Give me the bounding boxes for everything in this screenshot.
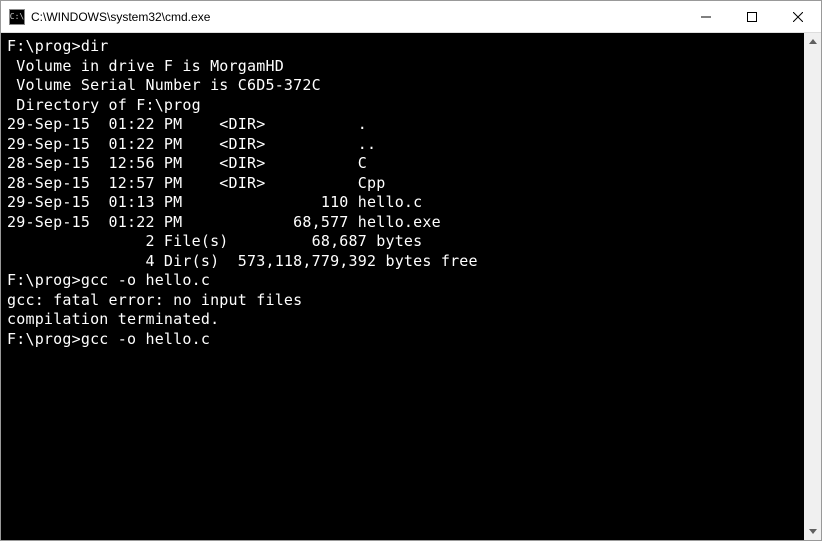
scroll-track[interactable] (804, 50, 821, 523)
maximize-button[interactable] (729, 2, 775, 32)
scroll-up-button[interactable] (804, 33, 821, 50)
console-line: 29-Sep-15 01:13 PM 110 hello.c (7, 193, 798, 213)
cmd-window: C:\ C:\WINDOWS\system32\cmd.exe F:\prog>… (0, 0, 822, 541)
scroll-down-button[interactable] (804, 523, 821, 540)
console-line: Volume in drive F is MorgamHD (7, 57, 798, 77)
close-button[interactable] (775, 2, 821, 32)
chevron-down-icon (809, 529, 817, 534)
console-line: compilation terminated. (7, 310, 798, 330)
window-title: C:\WINDOWS\system32\cmd.exe (31, 10, 683, 24)
client-area: F:\prog>dir Volume in drive F is MorgamH… (1, 33, 821, 540)
console-current-line: F:\prog>gcc -o hello.c (7, 330, 798, 350)
window-controls (683, 2, 821, 32)
console-line: F:\prog>dir (7, 37, 798, 57)
minimize-icon (701, 12, 711, 22)
close-icon (793, 12, 803, 22)
titlebar[interactable]: C:\ C:\WINDOWS\system32\cmd.exe (1, 1, 821, 33)
cmd-icon: C:\ (9, 9, 25, 25)
console-line: F:\prog>gcc -o hello.c (7, 271, 798, 291)
console-line: Volume Serial Number is C6D5-372C (7, 76, 798, 96)
maximize-icon (747, 12, 757, 22)
console-line: 4 Dir(s) 573,118,779,392 bytes free (7, 252, 798, 272)
console-line: 29-Sep-15 01:22 PM <DIR> .. (7, 135, 798, 155)
console-line: 29-Sep-15 01:22 PM <DIR> . (7, 115, 798, 135)
minimize-button[interactable] (683, 2, 729, 32)
console-output[interactable]: F:\prog>dir Volume in drive F is MorgamH… (1, 33, 804, 540)
console-line: 2 File(s) 68,687 bytes (7, 232, 798, 252)
console-line: 28-Sep-15 12:56 PM <DIR> C (7, 154, 798, 174)
console-line: 29-Sep-15 01:22 PM 68,577 hello.exe (7, 213, 798, 233)
vertical-scrollbar[interactable] (804, 33, 821, 540)
console-prompt-text: F:\prog>gcc -o hello.c (7, 330, 210, 348)
chevron-up-icon (809, 39, 817, 44)
console-line: 28-Sep-15 12:57 PM <DIR> Cpp (7, 174, 798, 194)
text-cursor (210, 342, 219, 344)
console-line: Directory of F:\prog (7, 96, 798, 116)
console-line: gcc: fatal error: no input files (7, 291, 798, 311)
